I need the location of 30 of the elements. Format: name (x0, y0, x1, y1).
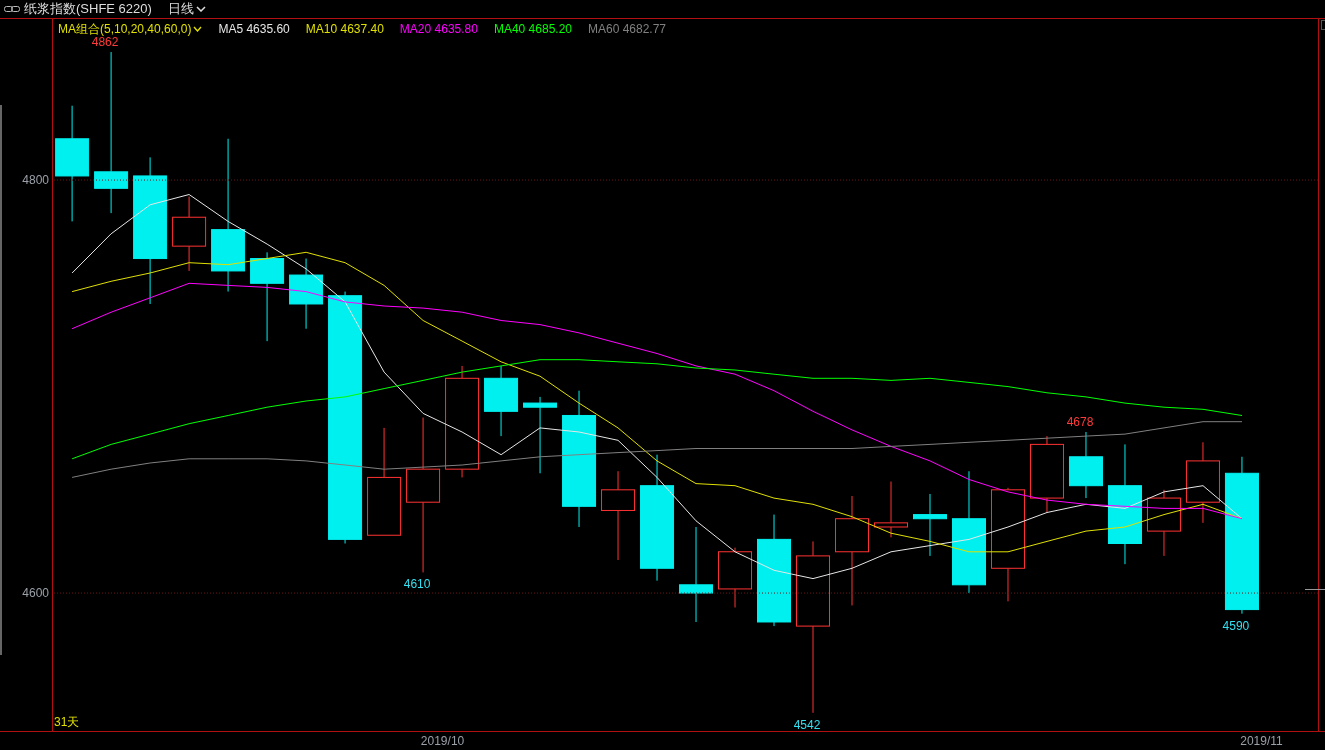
candlestick (874, 481, 908, 538)
indicator-dropdown[interactable]: MA组合(5,10,20,40,60,0) (58, 20, 203, 38)
candlestick (289, 258, 324, 330)
last-price-marker (1305, 589, 1325, 590)
instrument-title: 纸浆指数(SHFE 6220) (24, 0, 152, 19)
candlestick (484, 365, 519, 437)
price-label: 4590 (1222, 618, 1250, 633)
chevron-down-icon (195, 6, 206, 12)
price-label: 4862 (91, 35, 119, 50)
candlestick (1069, 431, 1103, 499)
scroll-bar[interactable] (0, 105, 2, 655)
candlestick (913, 493, 947, 557)
legend-reading: MA60 4682.77 (588, 21, 667, 38)
price-label: 4678 (1066, 415, 1094, 429)
chevron-down-icon (193, 26, 203, 32)
legend-reading: MA40 4685.20 (493, 21, 572, 38)
period-count: 31天 (54, 715, 80, 729)
link-icon[interactable] (4, 5, 20, 13)
y-axis-label: 4800 (22, 173, 49, 188)
candlestick (718, 547, 752, 608)
price-label: 4610 (403, 577, 431, 592)
legend-reading: MA10 4637.40 (305, 21, 384, 38)
x-axis-label: 2019/11 (1240, 734, 1283, 748)
legend-reading: MA5 4635.60 (218, 21, 290, 38)
y-axis-label: 4600 (22, 586, 49, 601)
period-dropdown[interactable]: 日线 (167, 0, 206, 19)
price-label: 4542 (793, 717, 821, 731)
x-axis-label: 2019/10 (420, 734, 465, 748)
candlestick (1146, 489, 1181, 557)
legend-reading: MA20 4635.80 (399, 21, 478, 38)
